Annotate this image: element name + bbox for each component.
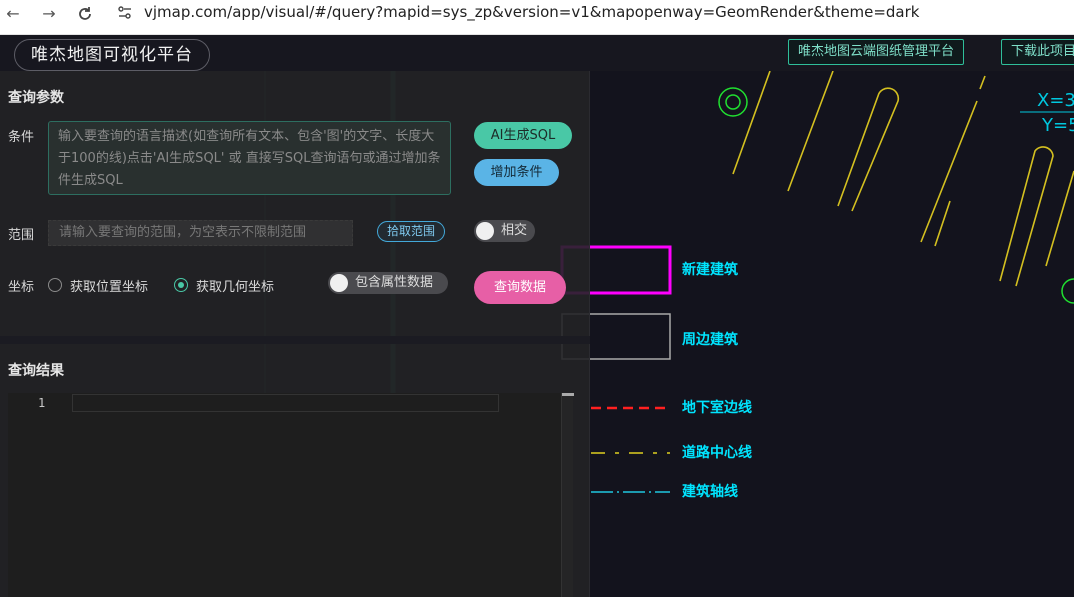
cloud-manager-link[interactable]: 唯杰地图云端图纸管理平台 [788, 39, 965, 65]
query-data-button[interactable]: 查询数据 [474, 271, 566, 304]
query-params-title: 查询参数 [8, 90, 64, 106]
radio-position-coords-label[interactable]: 获取位置坐标 [70, 276, 148, 295]
app-header: 唯杰地图可视化平台 唯杰地图云端图纸管理平台 下载此项目 [0, 35, 1074, 71]
include-attributes-label: 包含属性数据 [355, 275, 434, 290]
pick-range-button[interactable]: 拾取范围 [377, 221, 445, 242]
add-condition-button[interactable]: 增加条件 [474, 159, 559, 186]
arrow-left-icon[interactable]: ← [2, 3, 24, 25]
legend-label-road: 道路中心线 [682, 444, 752, 461]
coord-x-text: X=3 [1037, 90, 1074, 111]
panel-divider [0, 336, 590, 344]
site-settings-icon[interactable] [116, 4, 134, 22]
include-attributes-toggle[interactable]: 包含属性数据 [328, 272, 448, 294]
reload-icon[interactable] [74, 3, 96, 25]
query-panel: 查询参数 条件 输入要查询的语言描述(如查询所有文本、包含'图'的文字、长度大于… [0, 71, 590, 597]
radio-geometry-coords[interactable] [174, 278, 188, 292]
legend-label-new-building: 新建建筑 [682, 261, 738, 278]
line-number: 1 [38, 396, 46, 410]
condition-label: 条件 [8, 130, 35, 145]
toggle-knob [476, 222, 494, 240]
scrollbar-thumb[interactable] [562, 393, 574, 396]
address-bar[interactable]: vjmap.com/app/visual/#/query?mapid=sys_z… [144, 1, 919, 23]
arrow-right-icon[interactable]: → [38, 3, 60, 25]
query-results-title: 查询结果 [8, 363, 64, 379]
results-code-editor[interactable]: 1 [8, 393, 574, 597]
toggle-knob [330, 274, 348, 292]
download-project-link[interactable]: 下载此项目 [1001, 39, 1074, 65]
radio-geometry-coords-label[interactable]: 获取几何坐标 [196, 276, 274, 295]
condition-textarea[interactable]: 输入要查询的语言描述(如查询所有文本、包含'图'的文字、长度大于100的线)点击… [48, 121, 451, 195]
browser-toolbar: ← → vjmap.com/app/visual/#/query?mapid=s… [0, 0, 1074, 35]
range-label: 范围 [8, 228, 35, 243]
legend-label-axis: 建筑轴线 [682, 483, 738, 500]
legend-label-surrounding-building: 周边建筑 [682, 331, 738, 348]
ai-generate-sql-button[interactable]: AI生成SQL [474, 122, 572, 149]
legend-label-basement: 地下室边线 [682, 399, 752, 416]
intersect-toggle[interactable]: 相交 [474, 220, 535, 242]
brand-title[interactable]: 唯杰地图可视化平台 [14, 39, 210, 71]
editor-scrollbar[interactable] [561, 393, 574, 597]
range-input[interactable]: 请输入要查询的范围，为空表示不限制范围 [48, 220, 353, 246]
coord-y-text: Y=5 [1041, 115, 1074, 136]
intersect-toggle-label: 相交 [501, 223, 528, 238]
coord-label: 坐标 [8, 280, 35, 295]
radio-position-coords[interactable] [48, 278, 62, 292]
current-line-highlight [72, 394, 499, 412]
